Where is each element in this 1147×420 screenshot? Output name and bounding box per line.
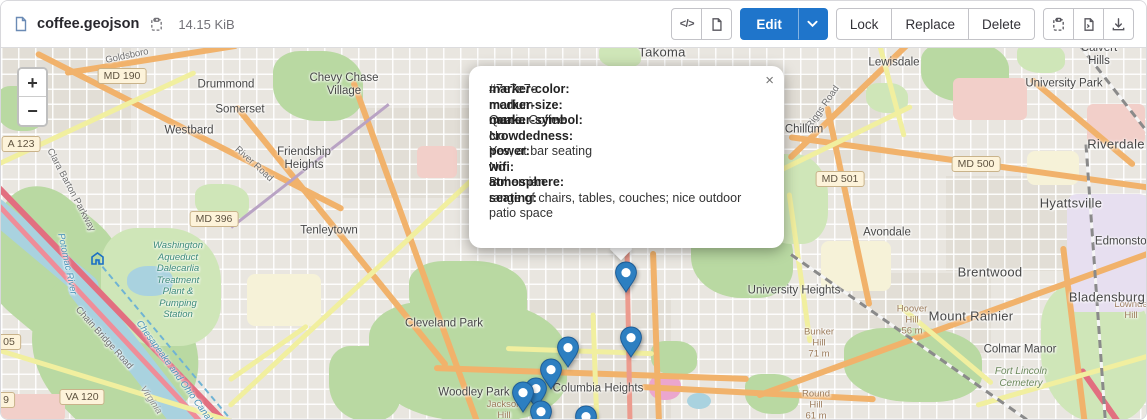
zoom-out-button[interactable]: − [19, 97, 46, 125]
park-area [599, 48, 641, 68]
place-label: Chillum [785, 124, 823, 137]
file-tools-group [1043, 8, 1134, 40]
file-info: coffee.geojson 14.15 KiB [13, 15, 235, 34]
edit-split-button: Edit [740, 8, 828, 40]
place-label: Hyattsville [1040, 197, 1103, 210]
download-icon [1111, 17, 1126, 32]
place-label: University Park [1025, 78, 1102, 91]
copy-contents-icon [1051, 17, 1066, 32]
place-label: University Heights [748, 285, 841, 298]
landuse-area [247, 274, 321, 326]
place-label: Tenleytown [300, 225, 358, 238]
popup-field: atmosphere: Bohemian [489, 175, 762, 191]
copy-contents-button[interactable] [1043, 8, 1074, 40]
place-label: Cleveland Park [405, 318, 483, 331]
zoom-control: + − [17, 67, 48, 127]
popup-field: seating: range of chairs, tables, couche… [489, 191, 762, 222]
park-area [329, 346, 401, 420]
place-label: Mount Rainier [929, 310, 1014, 323]
route-badge: MD 190 [98, 68, 147, 84]
route-badge: A 123 [2, 136, 41, 152]
close-icon[interactable]: × [765, 73, 774, 88]
place-label: Bladensburg [1069, 291, 1145, 304]
place-label: Calvert Hills [1076, 48, 1123, 68]
feature-popup: × marker-color: #7e7e7emarker-size: medi… [469, 66, 784, 248]
view-toggle-group: </> [671, 8, 732, 40]
file-name: coffee.geojson [37, 16, 139, 32]
place-label: Friendship Heights [277, 146, 331, 172]
place-label: Lewisdale [868, 57, 919, 70]
popup-field: power: Yes, at bar seating [489, 144, 762, 160]
hill-label: Round Hill 61 m [802, 389, 830, 420]
chevron-down-icon [807, 20, 818, 28]
popup-field: marker-size: medium [489, 98, 762, 114]
popup-field: crowdedness: No [489, 129, 762, 145]
header-actions: </> Edit Lock Replace Delete [671, 8, 1134, 40]
rendered-view-button[interactable] [701, 8, 732, 40]
place-label: Somerset [215, 104, 264, 117]
edit-button[interactable]: Edit [740, 8, 798, 40]
lock-button[interactable]: Lock [836, 8, 893, 40]
file-icon [13, 16, 29, 32]
route-badge: MD 500 [952, 156, 1001, 172]
place-label: Chevy Chase Village [309, 72, 378, 98]
place-label: Brentwood [958, 266, 1023, 279]
source-view-button[interactable]: </> [671, 8, 702, 40]
park-area [1017, 48, 1065, 73]
zoom-in-button[interactable]: + [19, 69, 46, 97]
clipboard-icon [149, 17, 164, 32]
snippet-file-card: coffee.geojson 14.15 KiB </> Edit Lock [0, 0, 1147, 420]
document-icon [710, 17, 724, 32]
place-label: Takoma [638, 48, 685, 59]
hill-label: Hoover Hill 56 m [897, 304, 928, 337]
replace-button[interactable]: Replace [891, 8, 969, 40]
popup-content: marker-color: #7e7e7emarker-size: medium… [489, 82, 762, 222]
file-size: 14.15 KiB [178, 17, 234, 32]
landuse-area [417, 146, 457, 178]
place-label: Avondale [863, 227, 911, 240]
pond [687, 393, 711, 409]
route-badge: 05 [1, 334, 21, 350]
place-label: Woodley Park [438, 387, 509, 400]
route-badge: MD 501 [816, 171, 865, 187]
route-badge: 9 [1, 392, 15, 408]
copy-path-button[interactable] [147, 15, 166, 34]
place-label: Riverdale [1087, 138, 1145, 151]
place-label: Westbard [164, 125, 213, 138]
area-label: Fort Lincoln Cemetery [995, 366, 1047, 390]
open-raw-button[interactable] [1073, 8, 1104, 40]
download-button[interactable] [1103, 8, 1134, 40]
route-badge: VA 120 [59, 389, 104, 405]
delete-button[interactable]: Delete [968, 8, 1035, 40]
hill-label: Bunker Hill 71 m [804, 327, 834, 360]
popup-field: marker-color: #7e7e7e [489, 82, 762, 98]
code-icon: </> [680, 18, 694, 30]
area-label: Washington Aqueduct Dalecarlia Treatment… [153, 240, 203, 321]
place-label: Drummond [198, 79, 255, 92]
landmark-icon [91, 252, 104, 265]
place-label: Colmar Manor [984, 344, 1057, 357]
popup-field: wifi: No [489, 160, 762, 176]
landuse-area [953, 78, 1027, 120]
edit-dropdown-button[interactable] [798, 8, 828, 40]
raw-file-icon [1082, 17, 1096, 32]
place-label: Columbia Heights [553, 383, 644, 396]
file-header: coffee.geojson 14.15 KiB </> Edit Lock [1, 1, 1146, 48]
file-actions-group: Lock Replace Delete [836, 8, 1035, 40]
place-label: Edmonston [1095, 236, 1146, 249]
map-canvas[interactable]: × marker-color: #7e7e7emarker-size: medi… [1, 48, 1146, 420]
route-badge: MD 396 [190, 211, 239, 227]
